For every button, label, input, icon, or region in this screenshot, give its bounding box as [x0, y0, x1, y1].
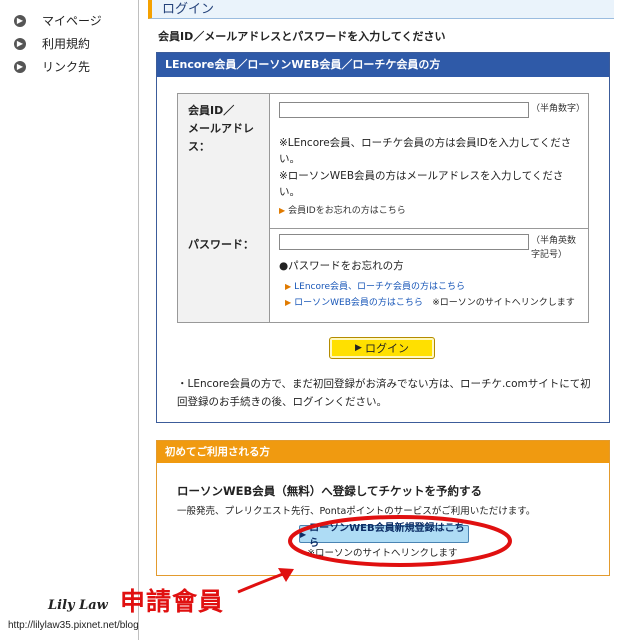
watermark-signature: Lily Law [48, 598, 108, 613]
annotation-circle [288, 515, 512, 567]
watermark-url: http://lilylaw35.pixnet.net/blog [8, 620, 139, 631]
annotation-arrow-line [237, 570, 289, 594]
annotation-overlay [237, 515, 512, 594]
handwritten-annotation: 申請會員 [120, 587, 225, 616]
